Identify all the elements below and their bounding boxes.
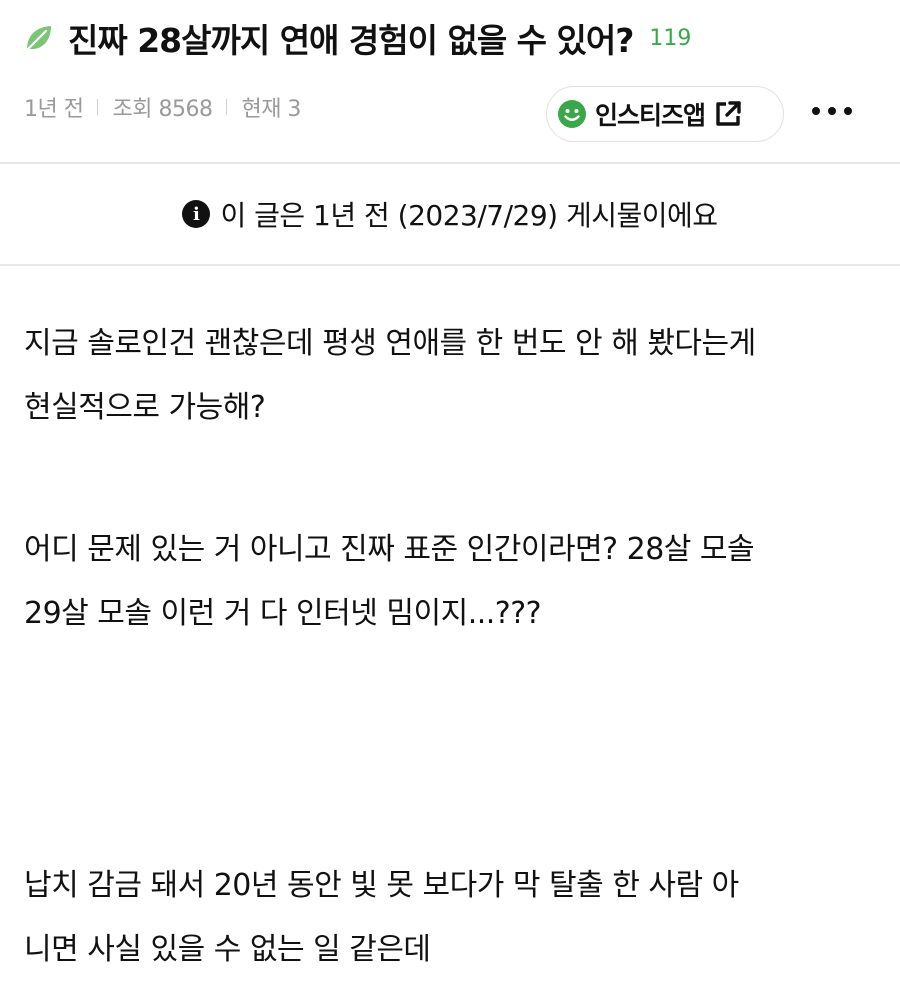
- meta-separator: [97, 99, 99, 115]
- paragraph-line: 니면 사실 있을 수 없는 일 같은데: [24, 932, 431, 967]
- post-paragraph: 지금 솔로인건 괜찮은데 평생 연애를 한 번도 안 해 봤다는게 현실적으로 …: [24, 312, 884, 440]
- comment-count[interactable]: 119: [649, 26, 691, 51]
- open-app-label: 인스티즈앱: [595, 101, 706, 130]
- view-count: 조회 8568: [112, 97, 213, 122]
- post-paragraph: 어디 문제 있는 거 아니고 진짜 표준 인간이라면? 28살 모솔 29살 모…: [24, 518, 884, 646]
- open-app-button[interactable]: 인스티즈앱: [546, 86, 784, 142]
- notice-divider: [0, 264, 900, 266]
- post-time: 1년 전: [24, 97, 84, 122]
- post-meta: 1년 전 조회 8568 현재 3: [24, 90, 301, 124]
- current-viewers: 현재 3: [241, 97, 301, 122]
- more-options-icon[interactable]: [812, 96, 852, 126]
- paragraph-line: 29살 모솔 이런 거 다 인터넷 밈이지...???: [24, 596, 542, 631]
- post-paragraph: 납치 감금 돼서 20년 동안 빛 못 보다가 막 탈출 한 사람 아 니면 사…: [24, 854, 884, 982]
- paragraph-line: 어디 문제 있는 거 아니고 진짜 표준 인간이라면? 28살 모솔: [24, 532, 755, 567]
- external-link-icon: [716, 101, 741, 126]
- paragraph-line: 납치 감금 돼서 20년 동안 빛 못 보다가 막 탈출 한 사람 아: [24, 868, 739, 903]
- leaf-icon: [26, 26, 51, 51]
- smile-icon: [558, 100, 586, 128]
- info-icon: i: [182, 200, 211, 228]
- paragraph-line: 지금 솔로인건 괜찮은데 평생 연애를 한 번도 안 해 봤다는게: [24, 326, 756, 361]
- post-title: 진짜 28살까지 연애 경험이 없을 수 있어?: [68, 21, 634, 60]
- notice-text: 이 글은 1년 전 (2023/7/29) 게시물이에요: [220, 199, 718, 232]
- header-divider: [0, 162, 900, 164]
- paragraph-line: 현실적으로 가능해?: [24, 390, 266, 425]
- post-age-notice: i 이 글은 1년 전 (2023/7/29) 게시물이에요: [0, 172, 900, 256]
- meta-separator: [226, 99, 228, 115]
- post-header: 진짜 28살까지 연애 경험이 없을 수 있어? 119: [24, 14, 691, 62]
